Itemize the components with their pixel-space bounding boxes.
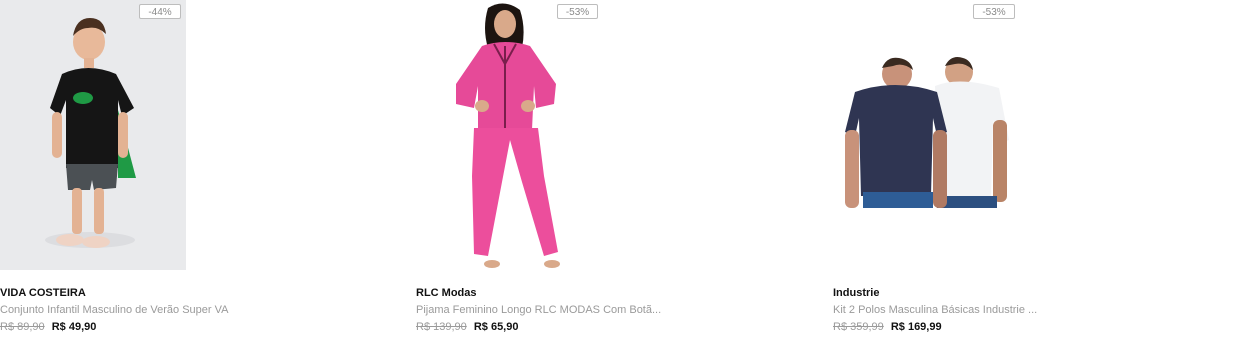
old-price: R$ 89,90: [0, 321, 45, 333]
product-card[interactable]: -44% VIDA COSTEIRA Conjunto Infantil Mas…: [0, 0, 400, 348]
product-brand[interactable]: Industrie: [833, 287, 879, 299]
current-price: R$ 65,90: [473, 321, 519, 333]
product-image[interactable]: [833, 0, 1233, 280]
product-image[interactable]: [416, 0, 816, 280]
discount-badge: -53%: [973, 4, 1015, 19]
old-price: R$ 359,99: [833, 321, 884, 333]
product-prices: R$ 89,90 R$ 49,90: [0, 321, 96, 333]
discount-badge: -44%: [139, 4, 181, 19]
discount-badge: -53%: [557, 4, 598, 19]
product-title[interactable]: Pijama Feminino Longo RLC MODAS Com Botã…: [416, 304, 661, 316]
current-price: R$ 49,90: [51, 321, 97, 333]
product-title[interactable]: Conjunto Infantil Masculino de Verão Sup…: [0, 304, 229, 316]
product-image[interactable]: [0, 0, 400, 280]
product-brand[interactable]: VIDA COSTEIRA: [0, 287, 86, 299]
product-grid: -44% VIDA COSTEIRA Conjunto Infantil Mas…: [0, 0, 1250, 348]
current-price: R$ 169,99: [890, 321, 942, 333]
product-card[interactable]: -53% Industrie Kit 2 Polos Masculina Bás…: [833, 0, 1233, 348]
product-prices: R$ 139,90 R$ 65,90: [416, 321, 518, 333]
product-prices: R$ 359,99 R$ 169,99: [833, 321, 942, 333]
old-price: R$ 139,90: [416, 321, 467, 333]
product-card[interactable]: -53% RLC Modas Pijama Feminino Longo RLC…: [416, 0, 816, 348]
product-title[interactable]: Kit 2 Polos Masculina Básicas Industrie …: [833, 304, 1037, 316]
product-brand[interactable]: RLC Modas: [416, 287, 477, 299]
